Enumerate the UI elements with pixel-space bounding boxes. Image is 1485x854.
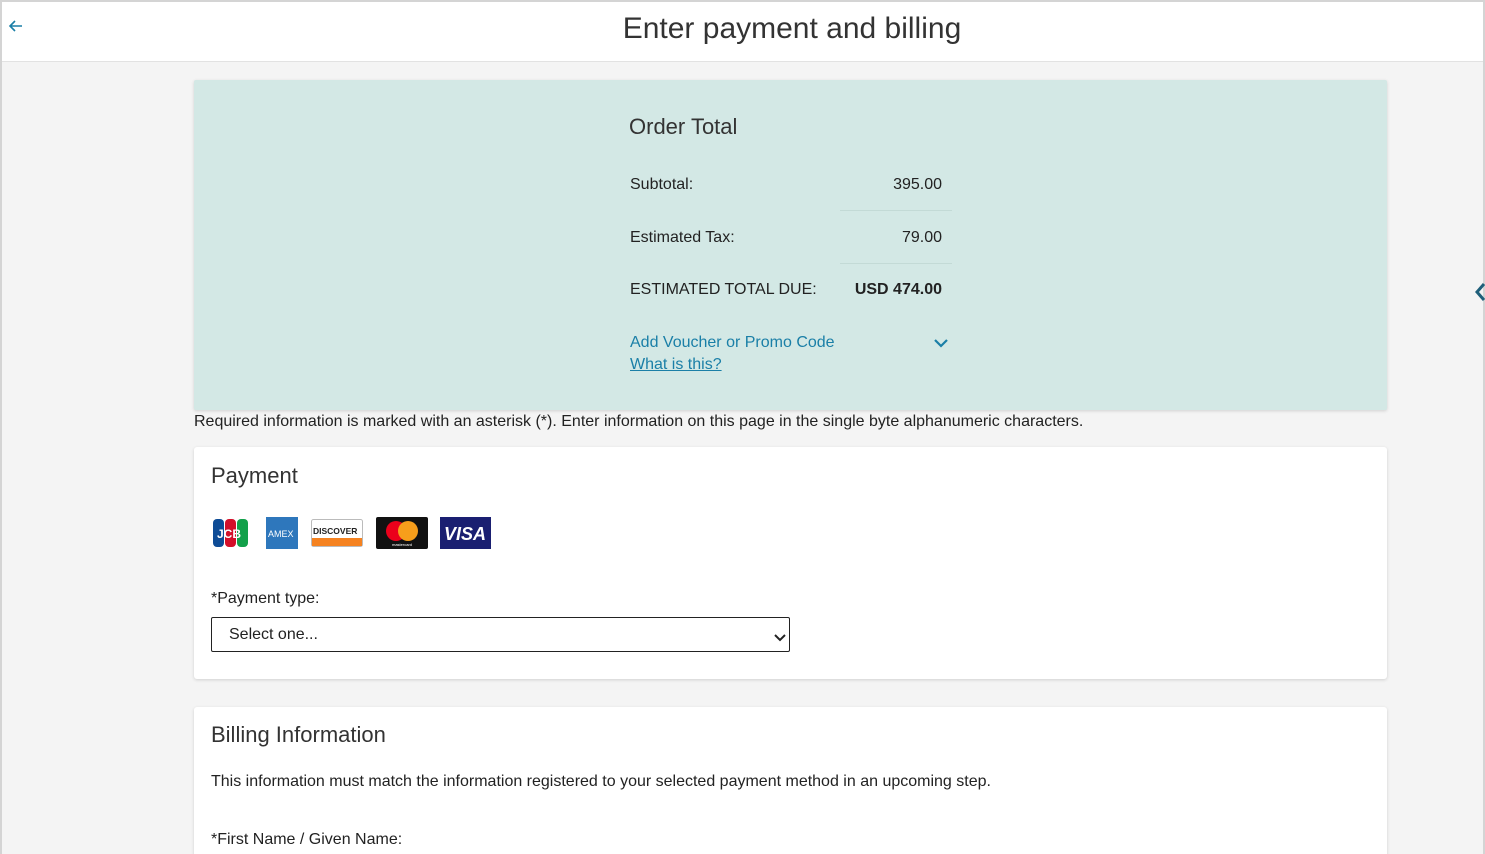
- total-value: USD 474.00: [854, 281, 942, 298]
- payment-type-label: *Payment type:: [211, 590, 320, 607]
- mastercard-logo-text: mastercard: [392, 542, 412, 547]
- billing-description: This information must match the informat…: [211, 773, 991, 790]
- order-total-title: Order Total: [629, 114, 738, 139]
- subtotal-label: Subtotal:: [630, 176, 694, 193]
- amex-logo-text: AMEX: [268, 529, 294, 539]
- tax-label: Estimated Tax:: [630, 229, 735, 246]
- billing-title: Billing Information: [211, 722, 386, 747]
- subtotal-row: Subtotal: 395.00: [630, 176, 942, 206]
- order-total-panel: Order Total Subtotal: 395.00 Estimated T…: [194, 80, 1387, 410]
- page-title: Enter payment and billing: [622, 12, 962, 45]
- visa-card-icon: VISA: [440, 517, 491, 549]
- jcb-logo-text: JCB: [217, 527, 241, 541]
- promo-code-link[interactable]: Add Voucher or Promo Code: [630, 334, 835, 352]
- amex-card-icon: AMEX: [266, 517, 298, 549]
- page-header: Enter payment and billing: [2, 2, 1483, 62]
- discover-logo-text: DISCOVER: [313, 526, 357, 536]
- tax-row: Estimated Tax: 79.00: [630, 229, 942, 259]
- payment-type-select[interactable]: Select one...: [211, 617, 790, 652]
- side-panel-toggle-icon[interactable]: [1475, 283, 1485, 301]
- visa-logo-text: VISA: [444, 524, 486, 544]
- mastercard-card-icon: mastercard: [376, 517, 428, 549]
- jcb-card-icon: JCB: [213, 519, 248, 547]
- payment-section: Payment JCB AMEX DISCOVER mastercard VIS…: [194, 447, 1387, 679]
- first-name-label: *First Name / Given Name:: [211, 831, 403, 848]
- what-is-this-link[interactable]: What is this?: [630, 356, 722, 374]
- billing-section: Billing Information This information mus…: [194, 707, 1387, 854]
- discover-card-icon: DISCOVER: [311, 519, 363, 547]
- row-divider: [840, 263, 952, 264]
- total-row: ESTIMATED TOTAL DUE: USD 474.00: [630, 281, 942, 311]
- chevron-down-icon: [774, 630, 786, 642]
- required-info-note: Required information is marked with an a…: [194, 413, 1084, 430]
- total-label: ESTIMATED TOTAL DUE:: [630, 281, 817, 298]
- tax-value: 79.00: [901, 229, 942, 246]
- row-divider: [840, 210, 952, 211]
- payment-type-selected: Select one...: [229, 626, 318, 643]
- payment-title: Payment: [211, 463, 298, 488]
- chevron-down-icon[interactable]: [933, 336, 949, 348]
- subtotal-value: 395.00: [893, 176, 942, 193]
